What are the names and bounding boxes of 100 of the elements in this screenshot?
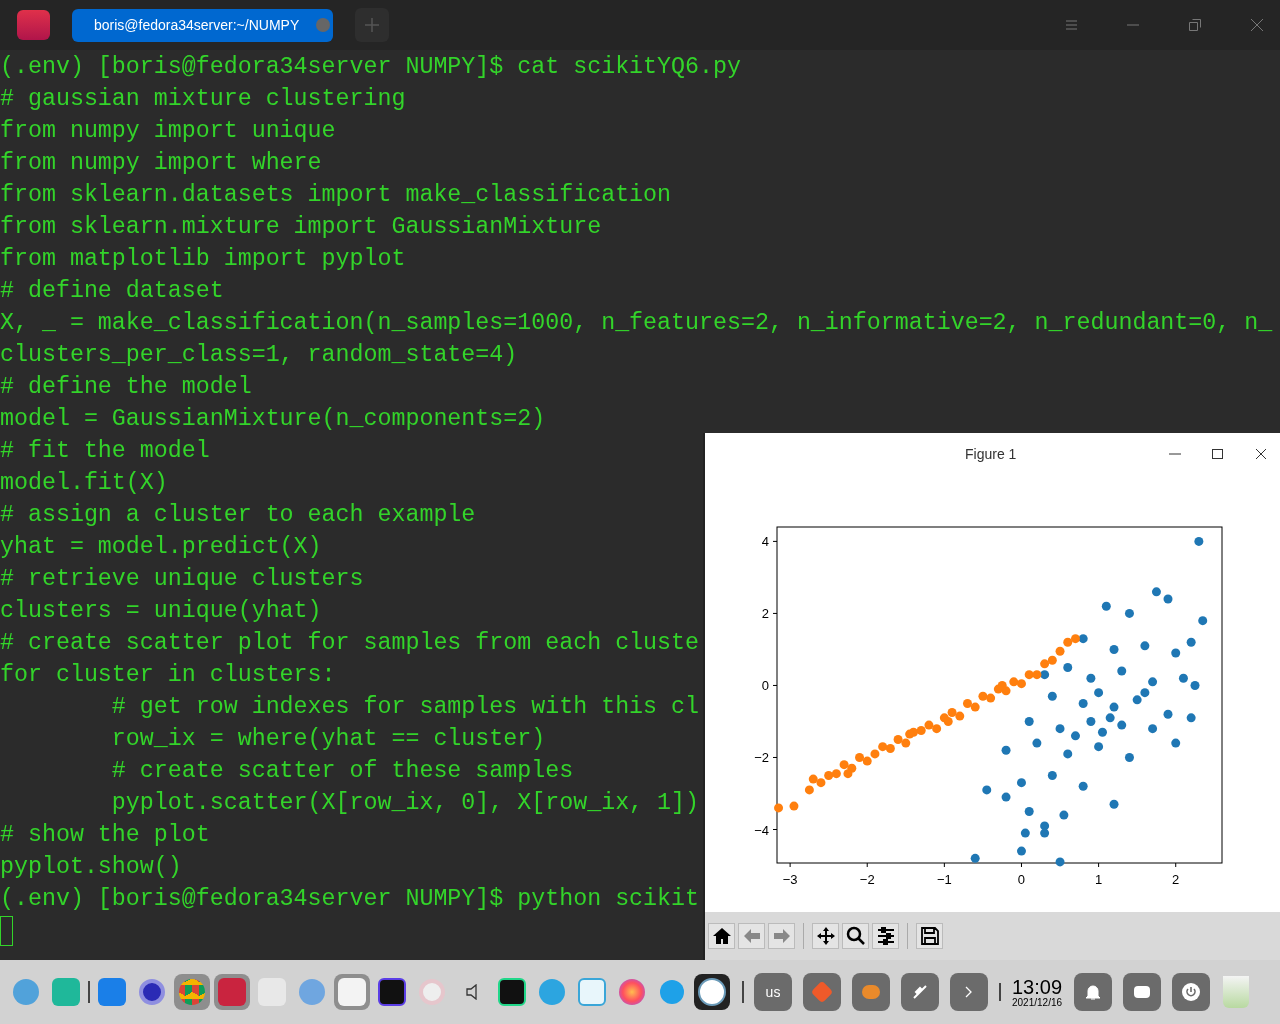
y-tick-label: 2 [761,606,769,622]
data-point [970,853,980,863]
data-point [843,769,853,779]
data-point [1086,716,1096,726]
x-tick: −2 [859,862,875,887]
power-button[interactable] [1172,973,1211,1011]
y-tick-label: −4 [754,822,769,838]
data-point [947,707,957,717]
data-point [862,756,872,766]
menu-icon[interactable] [1066,20,1077,30]
data-point [1001,792,1011,802]
x-tick-label: −1 [936,872,952,887]
pan-button[interactable] [812,923,839,949]
data-point [878,742,888,752]
data-point [1190,680,1200,690]
y-tick-label: −2 [754,750,769,766]
data-point [901,738,911,748]
terminal-line: # create scatter of these samples [110,757,574,786]
data-point [982,785,992,795]
keyboard-button[interactable] [1123,973,1162,1011]
terminal-line: # define dataset [0,277,224,306]
data-point [978,691,988,701]
data-point [943,716,953,726]
data-point [1055,646,1065,656]
terminal-line: (.env) [boris@fedora34server NUMPY]$ python scikit [0,885,700,914]
data-point [1024,716,1034,726]
data-point [870,749,880,759]
terminal-line: clusters = unique(yhat) [0,597,322,626]
data-point [1171,648,1181,658]
data-point [1171,738,1181,748]
data-point [1109,702,1119,712]
connection-button[interactable] [901,973,939,1011]
data-point [986,693,996,703]
data-point [963,698,972,708]
data-point [1032,670,1042,680]
data-point [1063,662,1073,672]
data-point [1148,724,1158,734]
data-point [1017,679,1026,689]
y-tick-label: 4 [761,534,769,550]
clock-time: 13:09 [1012,976,1063,997]
terminal-tab[interactable]: boris@fedora34server:~/NUMPY [72,8,333,42]
terminal-line: yhat = model.predict(X) [0,533,322,562]
data-point [1024,807,1034,816]
data-point [1186,637,1196,647]
keyboard-icon [1134,986,1151,998]
new-tab-button[interactable] [355,8,389,42]
terminal-line: from sklearn.datasets import make_classification [0,181,672,210]
y-tick-label: 0 [761,678,769,694]
terminal-line: clusters_per_class=1, random_state=4) [0,341,518,370]
x-tick: −1 [936,862,952,887]
configure-button[interactable] [872,923,899,949]
tray-app-button[interactable] [852,973,890,1011]
data-point [839,760,849,770]
zoom-button[interactable] [842,923,869,949]
data-point [1047,691,1057,701]
data-point [1063,749,1073,759]
terminal-line: # define the model [0,373,252,402]
restore-icon[interactable] [1189,19,1201,31]
tray-app-button[interactable] [803,973,841,1011]
data-point [1109,799,1119,809]
cursor [0,916,13,946]
data-point [804,785,814,795]
y-tick: −4 [754,822,778,838]
close-icon[interactable] [1256,449,1266,459]
data-point [816,778,826,788]
data-point [1055,724,1065,734]
data-point [970,702,980,712]
chat-icon[interactable] [660,980,684,1004]
data-point [1040,659,1050,669]
data-point [774,803,784,813]
forward-button[interactable] [768,923,795,949]
terminal-line: model.fit(X) [0,469,168,498]
notifications-button[interactable] [1074,973,1113,1011]
terminal-line: # fit the model [0,437,210,466]
data-point [1101,601,1111,611]
x-tick: −3 [782,862,798,887]
keyboard-layout-button[interactable]: us [754,973,792,1011]
data-point [1109,644,1119,654]
x-tick-label: 0 [1017,872,1026,887]
home-button[interactable] [708,923,735,949]
data-point [885,744,895,753]
save-icon [919,926,940,946]
plus-icon [365,18,379,32]
data-point [905,729,915,739]
forward-icon [771,926,792,946]
zoom-icon [845,926,866,946]
terminal-line: # show the plot [0,821,210,850]
bell-icon [1085,983,1102,1001]
data-point [1148,677,1158,687]
maximize-icon[interactable] [1212,449,1223,459]
data-point [1186,713,1196,723]
expand-tray-button[interactable] [950,973,988,1011]
data-point [1063,637,1073,647]
save-button[interactable] [916,923,943,949]
configure-icon [875,926,896,946]
data-point [1059,810,1069,820]
speaker-icon[interactable] [466,984,478,1000]
terminal-line: # get row indexes for samples with this cl [110,693,700,722]
data-point [1017,778,1026,788]
x-tick: 2 [1172,862,1180,887]
